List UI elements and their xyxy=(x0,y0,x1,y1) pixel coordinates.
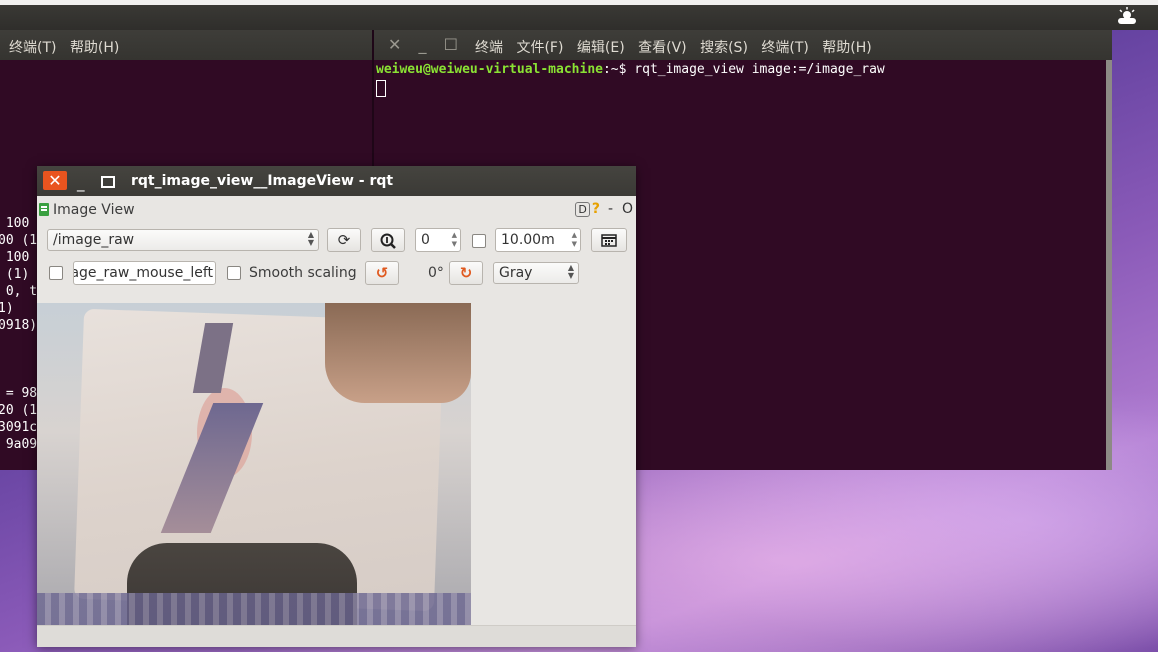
smooth-scaling-label: Smooth scaling xyxy=(249,265,357,281)
menu-edit[interactable]: 编辑(E) xyxy=(577,40,625,56)
period-value: 10.00m xyxy=(501,232,555,248)
rotate-right-button[interactable]: ↻ xyxy=(449,261,483,285)
window-title: rqt_image_view__ImageView - rqt xyxy=(131,173,394,189)
terminal-cursor xyxy=(376,80,386,97)
rotation-label: 0° xyxy=(428,265,444,281)
zoom-icon xyxy=(380,233,396,249)
image-empty-area xyxy=(471,303,636,625)
plugin-icon xyxy=(39,203,49,216)
chevron-updown-icon: ▲ ▼ xyxy=(307,230,314,247)
topic-value: /image_raw xyxy=(53,232,135,248)
dock-title: Image View xyxy=(53,202,135,218)
top-panel-highlight xyxy=(0,0,1158,5)
color-scheme-combobox[interactable]: Gray ▲ ▼ xyxy=(493,262,579,284)
minimize-icon[interactable]: _ xyxy=(77,174,85,192)
dock-controls: D? - O xyxy=(575,201,633,217)
minimize-dock-button[interactable]: - xyxy=(608,201,613,217)
maximize-icon[interactable]: ☐ xyxy=(444,35,458,54)
prompt-user: weiweu@weiweu-virtual-machine xyxy=(376,62,603,77)
terminal-output-line: = 98 xyxy=(0,386,38,401)
dock-header: Image View D? - O xyxy=(37,200,636,222)
rotate-left-button[interactable]: ↺ xyxy=(365,261,399,285)
terminal-output-line: 00 (1 xyxy=(0,233,38,248)
minimize-icon[interactable]: _ xyxy=(419,35,427,54)
color-scheme-value: Gray xyxy=(499,265,533,281)
mouse-topic-field[interactable]: age_raw_mouse_left xyxy=(73,261,216,285)
terminal-output-line: 100 xyxy=(0,250,30,265)
zoom-spinbox[interactable]: 0 ▲ ▼ xyxy=(415,228,461,252)
terminal-left-menubar: 终端(T) 帮助(H) xyxy=(0,30,372,60)
terminal-output-line: 0918) xyxy=(0,318,38,333)
d-button[interactable]: D xyxy=(575,202,590,217)
rqt-window[interactable]: ✕ _ rqt_image_view__ImageView - rqt Imag… xyxy=(37,166,636,647)
spin-arrows-icon: ▲ ▼ xyxy=(571,231,577,248)
save-image-button[interactable] xyxy=(591,228,627,252)
scrollbar[interactable] xyxy=(1106,60,1112,470)
mouse-topic-value: age_raw_mouse_left xyxy=(73,265,213,281)
topic-combobox[interactable]: /image_raw ▲ ▼ xyxy=(47,229,319,251)
terminal-output-line: 0, t xyxy=(0,284,38,299)
command-line: weiweu@weiweu-virtual-machine:~$ rqt_ima… xyxy=(376,62,885,77)
rqt-titlebar[interactable]: ✕ _ rqt_image_view__ImageView - rqt xyxy=(37,166,636,196)
terminal-output-line: 100 xyxy=(0,216,30,231)
status-bar xyxy=(37,625,636,647)
top-panel xyxy=(0,0,1158,30)
dynamic-range-checkbox[interactable] xyxy=(472,234,486,248)
close-icon[interactable]: ✕ xyxy=(43,171,67,190)
image-fabric-region xyxy=(37,593,471,625)
menu-terminal[interactable]: 终端(T) xyxy=(761,40,808,56)
close-icon[interactable]: ✕ xyxy=(388,35,401,54)
rotate-left-icon: ↺ xyxy=(375,264,389,282)
camera-image[interactable] xyxy=(37,303,471,625)
calendar-icon xyxy=(601,234,617,247)
menu-help[interactable]: 帮助(H) xyxy=(70,40,119,56)
refresh-icon: ⟳ xyxy=(337,231,351,249)
command-text: rqt_image_view image:=/image_raw xyxy=(634,62,885,77)
terminal-right-menubar: ✕ _ ☐ 终端 文件(F) 编辑(E) 查看(V) 搜索(S) 终端(T) 帮… xyxy=(374,30,1112,60)
period-spinbox[interactable]: 10.00m ▲ ▼ xyxy=(495,228,581,252)
menu-terminal[interactable]: 终端(T) xyxy=(9,40,56,56)
menu-help[interactable]: 帮助(H) xyxy=(822,40,871,56)
mouse-publish-checkbox[interactable] xyxy=(49,266,63,280)
refresh-topics-button[interactable]: ⟳ xyxy=(327,228,361,252)
zoom-button[interactable] xyxy=(371,228,405,252)
terminal-output-line: 9a09 xyxy=(0,437,38,452)
terminal-output-line: 3091c xyxy=(0,420,38,435)
menu-search[interactable]: 搜索(S) xyxy=(700,40,748,56)
smooth-scaling-checkbox[interactable] xyxy=(227,266,241,280)
chevron-updown-icon: ▲ ▼ xyxy=(567,263,574,280)
spin-arrows-icon: ▲ ▼ xyxy=(451,231,457,248)
close-dock-button[interactable]: O xyxy=(622,201,633,217)
terminal-output-line: 1) xyxy=(0,301,14,316)
image-hand-region xyxy=(325,303,471,403)
help-icon[interactable]: ? xyxy=(592,201,600,217)
menu-view[interactable]: 查看(V) xyxy=(638,40,687,56)
rotate-right-icon: ↻ xyxy=(459,264,473,282)
weather-cloud-icon[interactable] xyxy=(1116,7,1138,25)
maximize-icon[interactable] xyxy=(101,176,115,188)
menu-file[interactable]: 文件(F) xyxy=(516,40,563,56)
prompt-suffix: :~$ xyxy=(602,62,635,77)
zoom-value: 0 xyxy=(421,232,430,248)
menu-title: 终端 xyxy=(475,40,503,56)
terminal-output-line: 20 (1 xyxy=(0,403,38,418)
terminal-output-line: (1) xyxy=(0,267,30,282)
